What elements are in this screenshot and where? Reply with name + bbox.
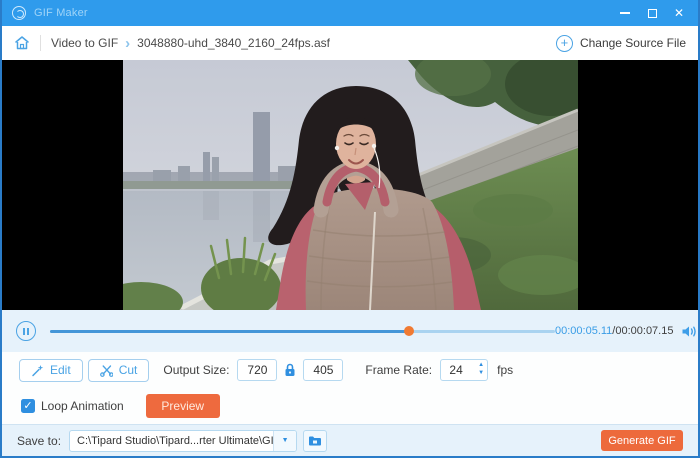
home-icon bbox=[14, 35, 30, 51]
breadcrumb-parent[interactable]: Video to GIF bbox=[51, 36, 118, 50]
change-source-file-label: Change Source File bbox=[580, 36, 686, 50]
lock-icon bbox=[284, 363, 296, 377]
edit-button[interactable]: Edit bbox=[19, 359, 83, 382]
volume-icon bbox=[681, 324, 698, 339]
time-display: 00:00:05.11/00:00:07.15 bbox=[555, 325, 673, 337]
frame-rate-spinners: ▲ ▼ bbox=[478, 362, 484, 376]
progress-fill bbox=[50, 330, 409, 333]
preview-button[interactable]: Preview bbox=[146, 394, 220, 418]
pause-button[interactable] bbox=[16, 321, 36, 341]
pause-icon bbox=[23, 328, 25, 335]
cut-label: Cut bbox=[119, 363, 138, 377]
time-total: 00:00:07.15 bbox=[615, 325, 673, 337]
output-width-input[interactable] bbox=[237, 359, 277, 381]
checkmark-icon: ✓ bbox=[23, 401, 32, 412]
open-folder-button[interactable] bbox=[303, 430, 327, 452]
cut-button[interactable]: Cut bbox=[88, 359, 150, 382]
close-icon: ✕ bbox=[674, 7, 684, 19]
save-path-dropdown[interactable]: C:\Tipard Studio\Tipard...rter Ultimate\… bbox=[69, 430, 297, 452]
spinner-up-icon[interactable]: ▲ bbox=[478, 362, 484, 368]
breadcrumb-current-file: 3048880-uhd_3840_2160_24fps.asf bbox=[137, 36, 330, 50]
video-stage bbox=[2, 60, 698, 310]
chevron-right-icon: › bbox=[125, 36, 130, 51]
window-title: GIF Maker bbox=[34, 7, 88, 19]
player-bar: 00:00:05.11/00:00:07.15 bbox=[2, 310, 698, 352]
title-bar: GIF Maker ✕ bbox=[2, 0, 698, 26]
breadcrumb-divider bbox=[40, 35, 41, 51]
output-size-label: Output Size: bbox=[163, 363, 229, 377]
video-frame bbox=[123, 60, 578, 310]
volume-button[interactable] bbox=[681, 324, 698, 339]
window-controls: ✕ bbox=[616, 4, 688, 22]
progress-thumb[interactable] bbox=[404, 326, 414, 336]
spinner-down-icon[interactable]: ▼ bbox=[478, 370, 484, 376]
plus-circle-icon: + bbox=[556, 35, 573, 52]
save-path-value: C:\Tipard Studio\Tipard...rter Ultimate\… bbox=[70, 431, 273, 451]
output-height-input[interactable] bbox=[303, 359, 343, 381]
minimize-icon bbox=[620, 12, 630, 14]
fps-label: fps bbox=[497, 363, 513, 377]
frame-rate-label: Frame Rate: bbox=[365, 363, 432, 377]
magic-wand-icon bbox=[31, 364, 44, 377]
aspect-lock-button[interactable] bbox=[284, 363, 296, 377]
breadcrumb-bar: Video to GIF › 3048880-uhd_3840_2160_24f… bbox=[2, 26, 698, 60]
app-logo-icon bbox=[12, 6, 26, 20]
scissors-icon bbox=[100, 364, 113, 377]
footer-bar: Save to: C:\Tipard Studio\Tipard...rter … bbox=[2, 424, 698, 456]
minimize-button[interactable] bbox=[616, 4, 634, 22]
loop-animation-label: Loop Animation bbox=[41, 399, 124, 413]
folder-icon bbox=[308, 435, 322, 447]
gif-maker-window: GIF Maker ✕ Video to GIF › 3048880-uhd_3… bbox=[0, 0, 700, 458]
change-source-file-button[interactable]: + Change Source File bbox=[556, 35, 686, 52]
close-button[interactable]: ✕ bbox=[670, 4, 688, 22]
maximize-icon bbox=[648, 9, 657, 18]
save-to-label: Save to: bbox=[17, 434, 61, 448]
frame-rate-stepper: ▲ ▼ bbox=[440, 359, 488, 381]
loop-animation-checkbox[interactable]: ✓ bbox=[21, 399, 35, 413]
time-elapsed: 00:00:05.11 bbox=[555, 325, 612, 337]
preview-row: ✓ Loop Animation Preview bbox=[2, 388, 698, 424]
generate-gif-button[interactable]: Generate GIF bbox=[601, 430, 683, 451]
maximize-button[interactable] bbox=[643, 4, 661, 22]
dropdown-arrow-icon[interactable]: ▼ bbox=[273, 431, 296, 451]
settings-row: Edit Cut Output Size: Frame Rate: ▲ bbox=[2, 352, 698, 388]
seek-slider[interactable] bbox=[50, 324, 555, 338]
edit-label: Edit bbox=[50, 363, 71, 377]
home-button[interactable] bbox=[14, 35, 30, 51]
